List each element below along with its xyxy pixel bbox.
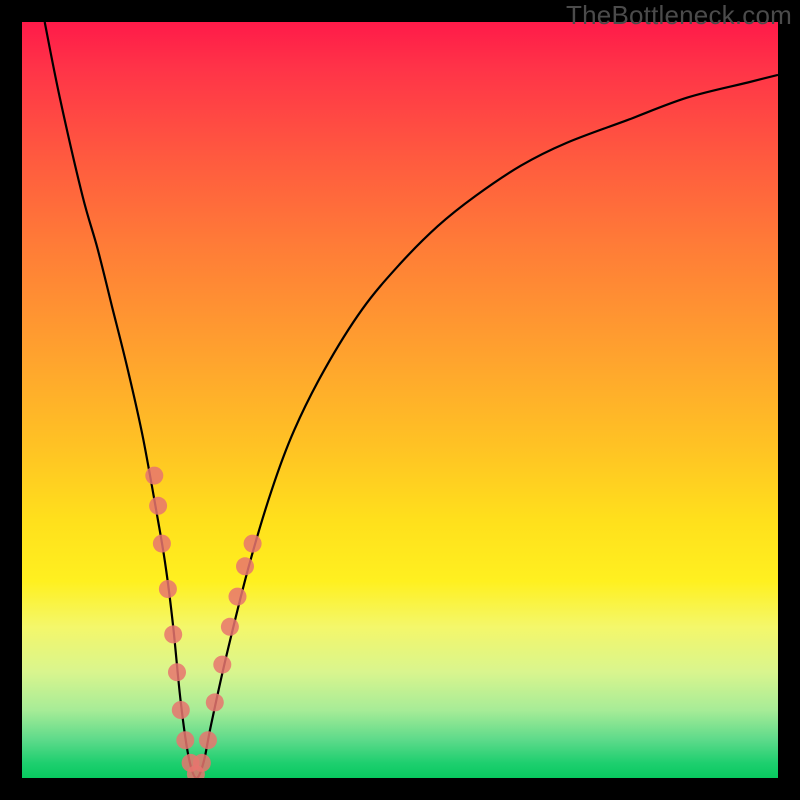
chart-plot-area <box>22 22 778 778</box>
watermark-text: TheBottleneck.com <box>566 0 792 31</box>
